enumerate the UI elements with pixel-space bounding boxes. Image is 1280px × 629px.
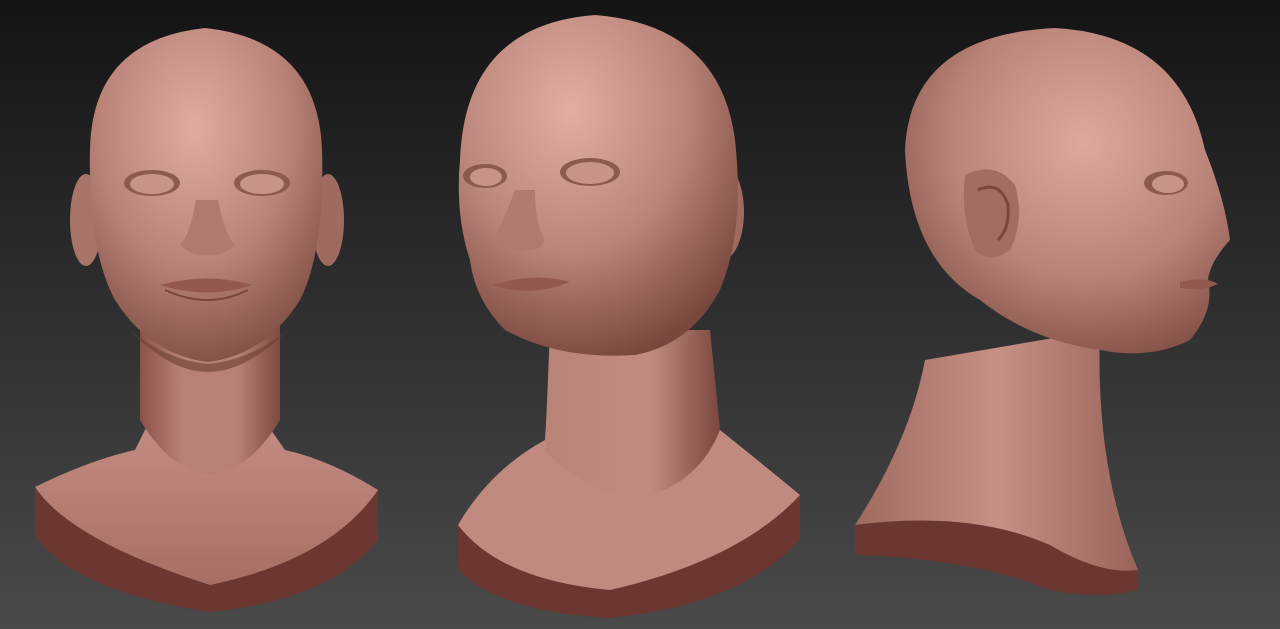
bust-front-render — [35, 28, 378, 612]
bust-side-view — [850, 0, 1280, 629]
right-eyeball — [566, 162, 614, 184]
mouth — [1180, 279, 1218, 290]
render-viewport — [0, 0, 1280, 629]
left-eyeball — [130, 174, 174, 194]
left-eyeball — [470, 168, 502, 186]
bust-side-render — [855, 28, 1230, 595]
eyeball — [1152, 175, 1184, 193]
bust-three-quarter-render — [458, 15, 800, 618]
bust-three-quarter-view — [420, 0, 840, 629]
right-eyeball — [240, 174, 284, 194]
bust-front-view — [0, 0, 410, 629]
head — [89, 28, 323, 362]
